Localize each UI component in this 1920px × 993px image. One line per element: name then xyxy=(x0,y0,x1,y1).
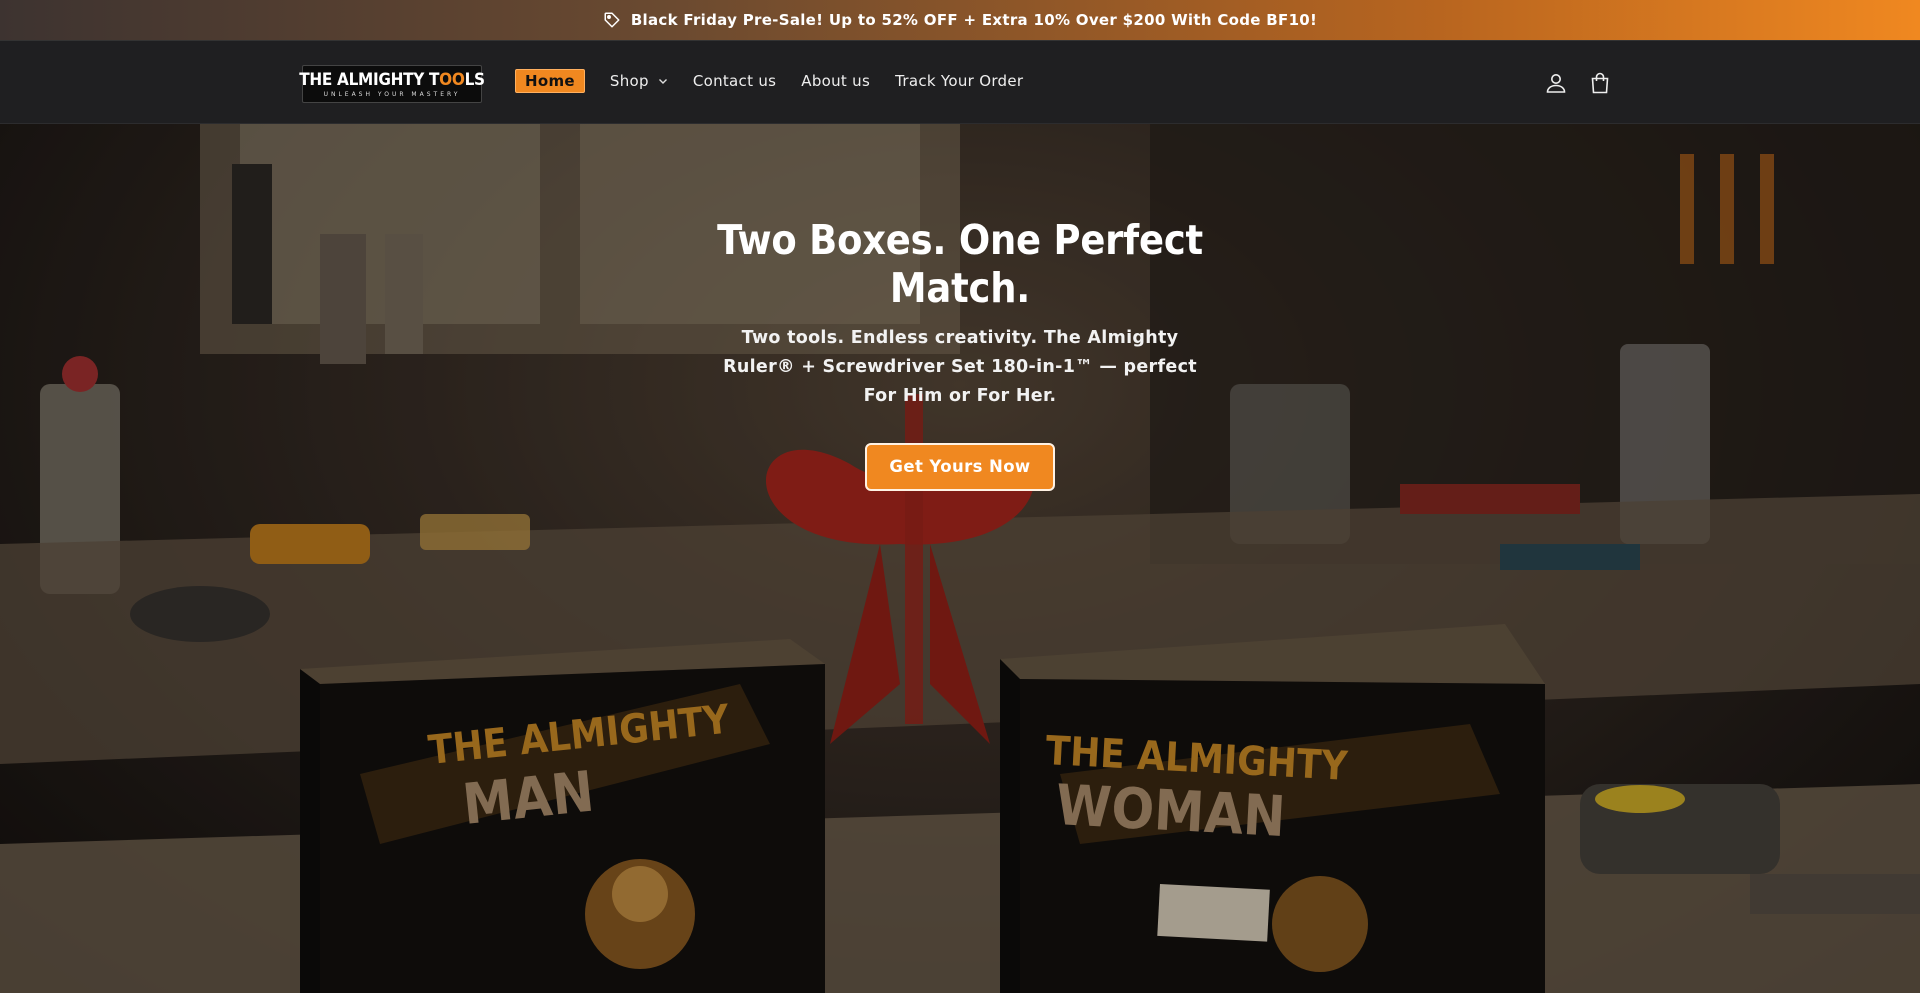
account-icon[interactable] xyxy=(1544,71,1568,95)
announcement-text: Black Friday Pre-Sale! Up to 52% OFF + E… xyxy=(630,11,1318,29)
logo-tagline: UNLEASH YOUR MASTERY xyxy=(323,90,461,98)
hero-banner: THE ALMIGHTY MAN THE ALMIGHTY WOMAN Two … xyxy=(0,124,1920,993)
hero-content: Two Boxes. One Perfect Match. Two tools.… xyxy=(710,216,1210,491)
nav-shop-label: Shop xyxy=(609,72,649,90)
cart-icon[interactable] xyxy=(1588,71,1612,95)
nav-about[interactable]: About us xyxy=(801,72,870,90)
nav-contact[interactable]: Contact us xyxy=(693,72,776,90)
logo-wordmark: THE ALMIGHTY TOOLS xyxy=(299,69,485,90)
chevron-down-icon xyxy=(658,76,668,86)
site-header: THE ALMIGHTY TOOLS UNLEASH YOUR MASTERY … xyxy=(0,40,1920,124)
nav-track-order[interactable]: Track Your Order xyxy=(895,72,1023,90)
announcement-bar: Black Friday Pre-Sale! Up to 52% OFF + E… xyxy=(0,0,1920,40)
get-yours-now-button[interactable]: Get Yours Now xyxy=(865,443,1055,491)
hero-title: Two Boxes. One Perfect Match. xyxy=(717,216,1203,312)
nav-home[interactable]: Home xyxy=(515,69,585,93)
hero-subtitle: Two tools. Endless creativity. The Almig… xyxy=(723,328,1197,406)
main-nav: Home Shop Contact us About us Track Your… xyxy=(515,69,1048,93)
tag-icon xyxy=(603,11,621,29)
nav-shop[interactable]: Shop xyxy=(610,72,668,90)
brand-logo[interactable]: THE ALMIGHTY TOOLS UNLEASH YOUR MASTERY xyxy=(299,65,485,103)
